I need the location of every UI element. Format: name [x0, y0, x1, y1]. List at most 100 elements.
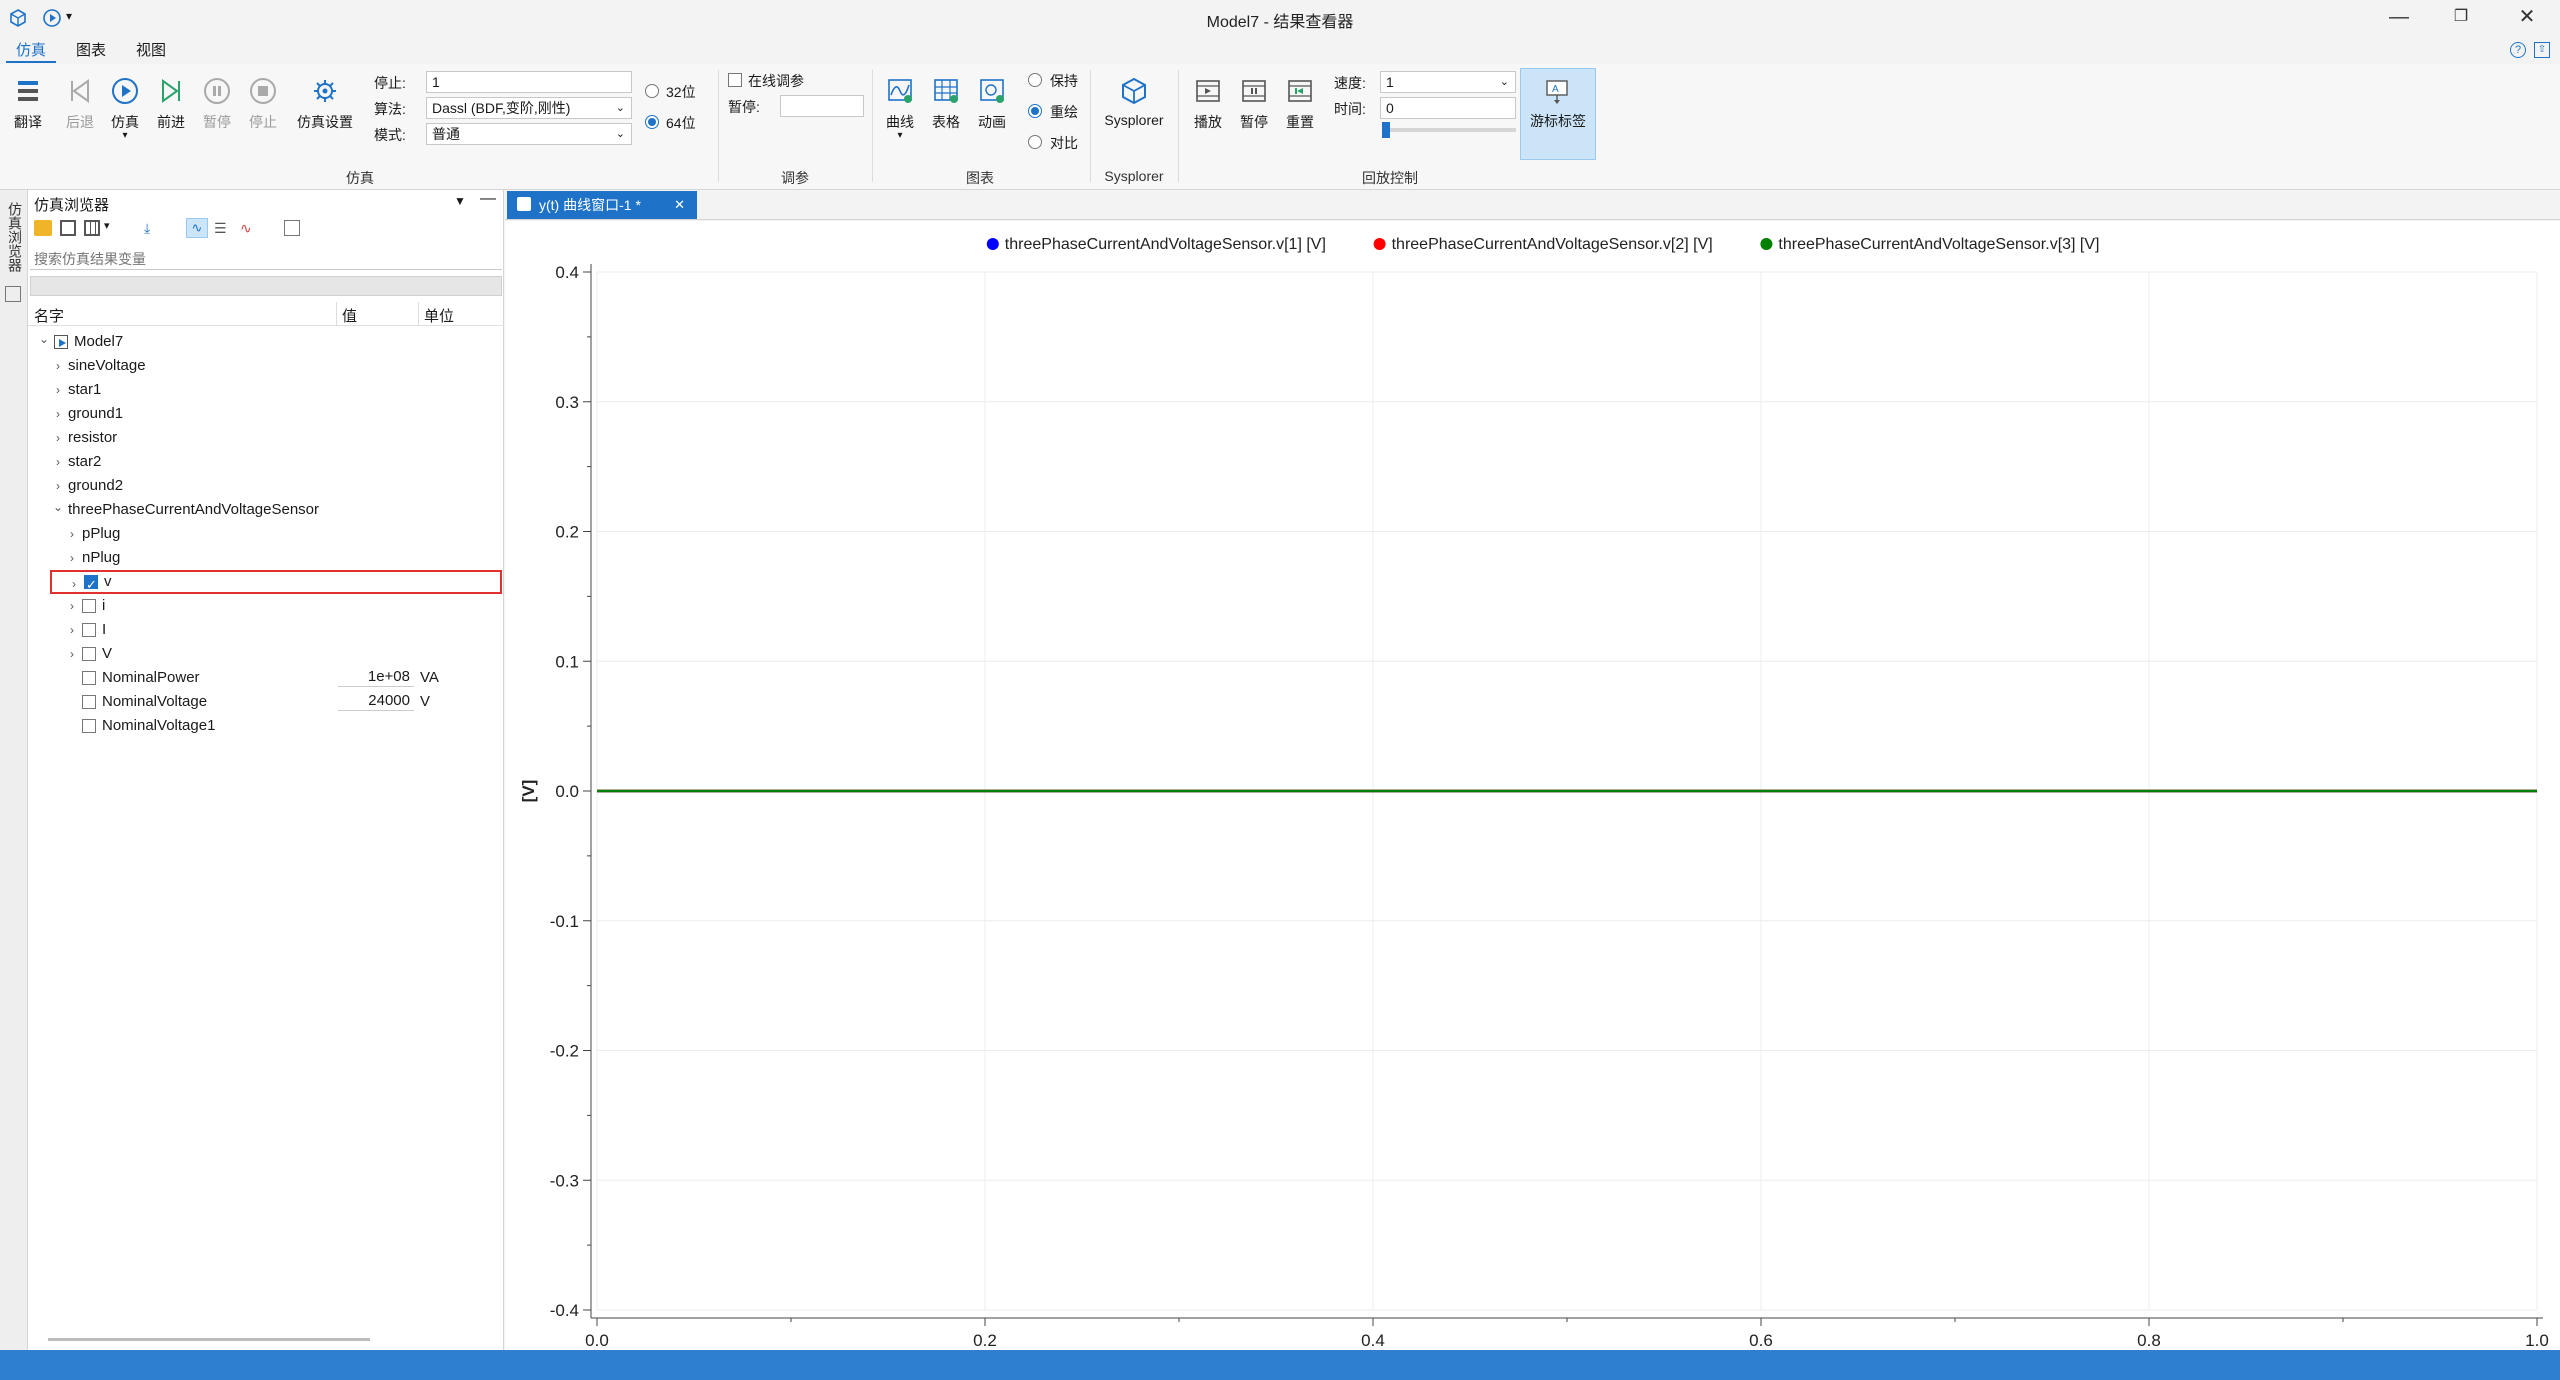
- browser-strip-icon[interactable]: [5, 286, 21, 302]
- tree-row[interactable]: NominalVoltage 24000 V: [28, 690, 504, 714]
- stop-button[interactable]: 停止: [241, 76, 285, 132]
- column-header-value[interactable]: 值: [342, 305, 357, 326]
- chevron-right-icon[interactable]: ›: [52, 402, 64, 426]
- collapse-all-icon[interactable]: [284, 220, 300, 236]
- tree-row[interactable]: › ground1: [28, 402, 504, 426]
- tree-row[interactable]: › I: [28, 618, 504, 642]
- time-slider-handle[interactable]: [1382, 122, 1390, 138]
- back-button[interactable]: 后退: [58, 76, 102, 132]
- column-header-unit[interactable]: 单位: [424, 305, 454, 326]
- curve-filter-icon[interactable]: ∿: [186, 218, 208, 238]
- speed-select[interactable]: 1 ⌄: [1380, 71, 1516, 93]
- list-filter-icon[interactable]: ☰: [214, 220, 232, 236]
- save-icon[interactable]: [60, 220, 76, 236]
- restore-button[interactable]: ❐: [2430, 0, 2492, 36]
- sysplorer-button[interactable]: Sysplorer: [1096, 76, 1172, 128]
- time-input[interactable]: 0: [1380, 97, 1516, 119]
- sim-settings-button[interactable]: 仿真设置: [290, 76, 360, 132]
- export-icon[interactable]: ⤓: [144, 220, 162, 236]
- chevron-right-icon[interactable]: ›: [66, 522, 78, 546]
- radio-64bit[interactable]: [645, 115, 659, 129]
- chevron-right-icon[interactable]: ›: [66, 642, 78, 666]
- chevron-right-icon[interactable]: ›: [52, 450, 64, 474]
- tree-row-value[interactable]: 1e+08: [338, 667, 414, 687]
- panel-menu-icon[interactable]: ▼: [454, 194, 466, 208]
- column-header-name[interactable]: 名字: [34, 305, 64, 326]
- variable-checkbox[interactable]: [82, 647, 96, 661]
- panel-minimize-icon[interactable]: —: [480, 190, 496, 208]
- simulate-button[interactable]: 仿真 ▾: [103, 76, 147, 141]
- chevron-right-icon[interactable]: ›: [52, 426, 64, 450]
- algorithm-select[interactable]: Dassl (BDF,变阶,刚性) ⌄: [426, 97, 632, 119]
- close-icon[interactable]: ✕: [674, 191, 685, 219]
- chart-window-tab[interactable]: y(t) 曲线窗口-1 * ✕: [507, 191, 697, 219]
- stop-time-input[interactable]: 1: [426, 71, 632, 93]
- tree-row[interactable]: › V: [28, 642, 504, 666]
- tab-chart[interactable]: 图表: [66, 39, 116, 63]
- tree-row[interactable]: › sineVoltage: [28, 354, 504, 378]
- chevron-down-icon[interactable]: ⌄: [38, 327, 50, 351]
- variable-checkbox[interactable]: [82, 623, 96, 637]
- tree-row[interactable]: › ground2: [28, 474, 504, 498]
- tree-row[interactable]: NominalPower 1e+08 VA: [28, 666, 504, 690]
- chevron-right-icon[interactable]: ›: [66, 618, 78, 642]
- tree-row[interactable]: ⌄ Model7: [28, 330, 504, 354]
- tree-row[interactable]: ›v: [50, 570, 502, 597]
- line-chart[interactable]: 0.4 0.3 0.2 0.1 0.0 -0.1 -0.2 -0.3 -0.4 0.0 0.2 0.4…: [505, 221, 2560, 1350]
- ribbon-collapse-icon[interactable]: ⇧: [2534, 42, 2550, 58]
- tree-row[interactable]: ⌄ threePhaseCurrentAndVoltageSensor: [28, 498, 504, 522]
- chevron-right-icon[interactable]: ›: [66, 594, 78, 618]
- y-axis-label: [V]: [519, 780, 538, 803]
- tree-row-value[interactable]: 24000: [338, 691, 414, 711]
- tree-row[interactable]: NominalVoltage1: [28, 714, 504, 738]
- filter-bar[interactable]: [30, 276, 502, 296]
- chevron-right-icon[interactable]: ›: [66, 546, 78, 570]
- chevron-right-icon[interactable]: ›: [52, 354, 64, 378]
- radio-compare[interactable]: [1028, 135, 1042, 149]
- cursor-tag-button[interactable]: A 游标标签: [1520, 68, 1596, 160]
- horizontal-scrollbar[interactable]: [48, 1338, 370, 1341]
- wave-filter-icon[interactable]: ∿: [240, 220, 258, 236]
- chevron-right-icon[interactable]: ›: [52, 378, 64, 402]
- table-button[interactable]: 表格: [924, 76, 968, 132]
- translate-button[interactable]: 翻译: [6, 76, 50, 132]
- search-input[interactable]: [30, 248, 502, 270]
- close-button[interactable]: ✕: [2496, 0, 2558, 36]
- tree-row[interactable]: › star1: [28, 378, 504, 402]
- tree-row[interactable]: › pPlug: [28, 522, 504, 546]
- open-folder-icon[interactable]: [34, 220, 52, 236]
- pause-button[interactable]: 暂停: [195, 76, 239, 132]
- plot-area[interactable]: 0.4 0.3 0.2 0.1 0.0 -0.1 -0.2 -0.3 -0.4 0.0 0.2 0.4…: [505, 221, 2560, 1350]
- variable-checkbox[interactable]: [82, 599, 96, 613]
- variable-checkbox[interactable]: [82, 695, 96, 709]
- mode-select[interactable]: 普通 ⌄: [426, 123, 632, 145]
- variable-checkbox[interactable]: [82, 719, 96, 733]
- tune-pause-input[interactable]: [780, 95, 864, 117]
- tab-view[interactable]: 视图: [126, 39, 176, 63]
- minimize-button[interactable]: —: [2368, 0, 2430, 36]
- radio-32bit[interactable]: [645, 84, 659, 98]
- radio-keep[interactable]: [1028, 73, 1042, 87]
- tree-row[interactable]: › i: [28, 594, 504, 618]
- playback-pause-button[interactable]: 暂停: [1232, 76, 1276, 132]
- curve-button[interactable]: 曲线 ▾: [878, 76, 922, 141]
- chevron-down-icon[interactable]: ⌄: [52, 495, 64, 519]
- tree-row[interactable]: › nPlug: [28, 546, 504, 570]
- forward-button[interactable]: 前进: [149, 76, 193, 132]
- radio-redraw[interactable]: [1028, 104, 1042, 118]
- variable-checkbox[interactable]: [82, 671, 96, 685]
- help-icon[interactable]: ?: [2510, 42, 2526, 58]
- grid-view-icon[interactable]: [84, 220, 100, 236]
- tab-simulation[interactable]: 仿真: [6, 39, 57, 63]
- tree-row[interactable]: › star2: [28, 450, 504, 474]
- model-icon: [54, 335, 68, 349]
- playback-reset-button[interactable]: 重置: [1278, 76, 1322, 132]
- online-tune-checkbox[interactable]: [728, 73, 742, 87]
- chevron-right-icon[interactable]: ›: [68, 572, 80, 596]
- tree-row[interactable]: › resistor: [28, 426, 504, 450]
- playback-play-button[interactable]: 播放: [1186, 76, 1230, 132]
- time-slider-track[interactable]: [1382, 128, 1516, 132]
- animation-button[interactable]: 动画: [970, 76, 1014, 132]
- chevron-down-icon[interactable]: ▾: [104, 219, 110, 232]
- variable-checkbox[interactable]: [84, 573, 98, 597]
